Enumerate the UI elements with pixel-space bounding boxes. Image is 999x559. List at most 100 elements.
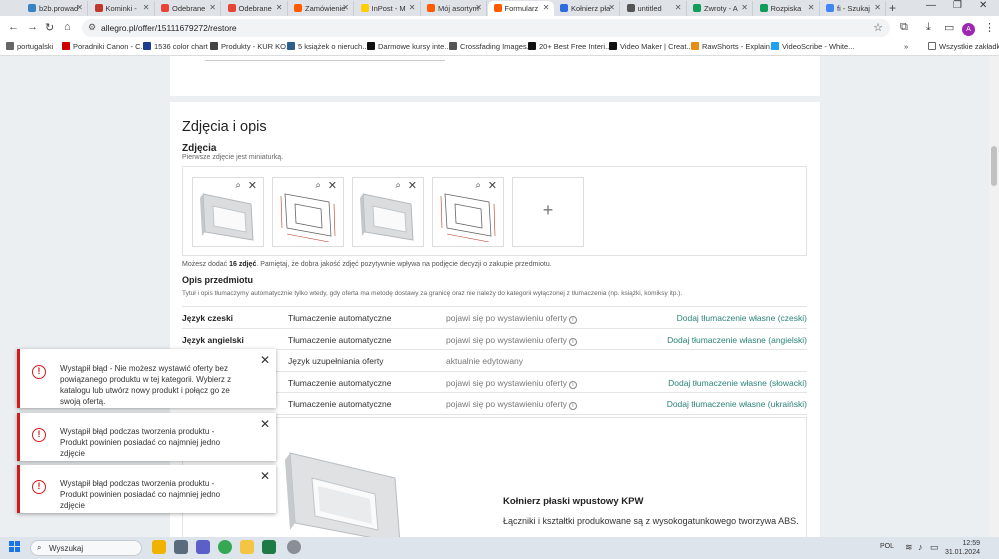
- teams-icon[interactable]: [196, 540, 210, 554]
- browser-tab[interactable]: fi - Szukaj ✕: [820, 1, 886, 16]
- windows-start-icon[interactable]: [9, 541, 21, 553]
- tab-label: Kominki -: [105, 4, 137, 13]
- add-own-translation-link[interactable]: Dodaj tłumaczenie własne (słowacki): [668, 378, 807, 388]
- photo-thumbnail[interactable]: ⌕ ✕: [192, 177, 264, 247]
- back-icon[interactable]: ←: [8, 21, 19, 33]
- tab-favicon-icon: [427, 4, 435, 12]
- tab-close-icon[interactable]: ✕: [209, 3, 216, 12]
- remove-photo-icon[interactable]: ✕: [408, 179, 417, 192]
- browser-tab[interactable]: Rozpiska ✕: [754, 1, 820, 16]
- zoom-icon[interactable]: ⌕: [235, 180, 241, 191]
- page-scrollbar[interactable]: [989, 56, 999, 537]
- tab-close-icon[interactable]: ✕: [675, 3, 682, 12]
- reload-icon[interactable]: ↻: [45, 21, 54, 34]
- wifi-icon[interactable]: ≋: [905, 542, 913, 553]
- tab-close-icon[interactable]: ✕: [808, 3, 815, 12]
- bookmark-item[interactable]: VideoScribe - White...: [771, 42, 854, 51]
- app-icon[interactable]: [287, 540, 301, 554]
- menu-icon[interactable]: ⋮: [984, 21, 995, 34]
- side-panel-icon[interactable]: ▭: [944, 21, 954, 34]
- file-explorer-icon[interactable]: [240, 540, 254, 554]
- browser-tab[interactable]: Mój asortym ✕: [421, 1, 487, 16]
- tab-close-icon[interactable]: ✕: [874, 3, 881, 12]
- bookmark-item[interactable]: Video Maker | Creat...: [609, 42, 693, 51]
- close-toast-icon[interactable]: ✕: [260, 417, 270, 431]
- photo-thumbnail[interactable]: ⌕ ✕: [432, 177, 504, 247]
- new-tab-button[interactable]: +: [889, 1, 896, 15]
- remove-photo-icon[interactable]: ✕: [328, 179, 337, 192]
- home-icon[interactable]: ⌂: [64, 21, 71, 33]
- close-window-button[interactable]: ✕: [979, 0, 987, 11]
- url-text[interactable]: allegro.pl/offer/15111679272/restore: [101, 23, 237, 33]
- bookmark-item[interactable]: Crossfading Images...: [449, 42, 533, 51]
- browser-tab[interactable]: Odebrane ✕: [222, 1, 288, 16]
- browser-tab[interactable]: InPost - M ✕: [355, 1, 421, 16]
- chrome-icon[interactable]: [218, 540, 232, 554]
- browser-tab[interactable]: untitled ✕: [621, 1, 687, 16]
- zoom-icon[interactable]: ⌕: [475, 180, 481, 191]
- language-indicator[interactable]: POL: [880, 543, 894, 550]
- bookmark-item[interactable]: Darmowe kursy inte...: [367, 42, 451, 51]
- add-own-translation-link[interactable]: Dodaj tłumaczenie własne (angielski): [667, 335, 807, 345]
- volume-icon[interactable]: ♪: [918, 542, 923, 552]
- info-icon[interactable]: i: [568, 337, 577, 346]
- clock-date: 31.01.2024: [944, 549, 980, 556]
- remove-photo-icon[interactable]: ✕: [488, 179, 497, 192]
- browser-tab[interactable]: b2b.prowad ✕: [22, 1, 88, 16]
- address-bar[interactable]: ⚙ allegro.pl/offer/15111679272/restore ☆: [82, 19, 890, 37]
- add-own-translation-link[interactable]: Dodaj tłumaczenie własne (czeski): [677, 313, 807, 323]
- bookmark-item[interactable]: 20+ Best Free Interi...: [528, 42, 611, 51]
- all-bookmarks-folder[interactable]: Wszystkie zakładki: [928, 42, 999, 51]
- close-toast-icon[interactable]: ✕: [260, 353, 270, 367]
- browser-tab[interactable]: Zamówienie ✕: [288, 1, 354, 16]
- info-icon[interactable]: i: [568, 402, 577, 410]
- browser-tab[interactable]: Kołnierz pła ✕: [554, 1, 620, 16]
- bookmark-item[interactable]: Poradniki Canon - C...: [62, 42, 147, 51]
- site-info-icon[interactable]: ⚙: [88, 22, 96, 33]
- bookmark-item[interactable]: 1536 color chart: [143, 42, 208, 51]
- tab-close-icon[interactable]: ✕: [409, 3, 416, 12]
- bookmark-label: Poradniki Canon - C...: [73, 42, 147, 51]
- info-icon[interactable]: i: [568, 380, 577, 389]
- bookmark-item[interactable]: RawShorts - Explain...: [691, 42, 776, 51]
- tab-close-icon[interactable]: ✕: [276, 3, 283, 12]
- taskbar-search[interactable]: ⌕ Wyszukaj: [30, 540, 142, 556]
- extensions-icon[interactable]: ⧉: [900, 21, 908, 34]
- clock[interactable]: 12:59 31.01.2024: [944, 539, 980, 557]
- copilot-icon[interactable]: [152, 540, 166, 554]
- zoom-icon[interactable]: ⌕: [315, 180, 321, 191]
- download-icon[interactable]: ⤓: [926, 21, 931, 34]
- info-icon[interactable]: i: [568, 316, 577, 324]
- remove-photo-icon[interactable]: ✕: [248, 179, 257, 192]
- browser-tab[interactable]: Zwroty - A ✕: [687, 1, 753, 16]
- bookmark-item[interactable]: 5 książek o nieruch...: [287, 42, 368, 51]
- photo-thumbnail[interactable]: ⌕ ✕: [272, 177, 344, 247]
- bookmark-item[interactable]: portugalski: [6, 42, 53, 51]
- scrollbar-thumb[interactable]: [991, 146, 997, 186]
- battery-icon[interactable]: ▭: [930, 542, 939, 553]
- browser-tab[interactable]: Formularz ✕: [487, 1, 554, 16]
- zoom-icon[interactable]: ⌕: [395, 180, 401, 191]
- add-own-translation-link[interactable]: Dodaj tłumaczenie własne (ukraiński): [667, 399, 807, 409]
- tab-close-icon[interactable]: ✕: [741, 3, 748, 12]
- profile-avatar[interactable]: A: [962, 23, 975, 36]
- bookmark-item[interactable]: Produkty - KUR KO...: [210, 42, 292, 51]
- minimize-button[interactable]: —: [926, 0, 936, 11]
- tab-close-icon[interactable]: ✕: [475, 3, 482, 12]
- tab-close-icon[interactable]: ✕: [76, 3, 83, 12]
- browser-tab[interactable]: Kominki - ✕: [89, 1, 155, 16]
- photo-thumbnail[interactable]: ⌕ ✕: [352, 177, 424, 247]
- forward-icon[interactable]: →: [27, 21, 38, 33]
- tab-close-icon[interactable]: ✕: [342, 3, 349, 12]
- maximize-button[interactable]: ❐: [953, 0, 962, 11]
- task-view-icon[interactable]: [174, 540, 188, 554]
- tab-close-icon[interactable]: ✕: [543, 3, 550, 12]
- close-toast-icon[interactable]: ✕: [260, 469, 270, 483]
- browser-tab[interactable]: Odebrane ✕: [155, 1, 221, 16]
- bookmarks-overflow-icon[interactable]: »: [904, 42, 908, 51]
- tab-close-icon[interactable]: ✕: [143, 3, 150, 12]
- add-photo-button[interactable]: +: [512, 177, 584, 247]
- tab-close-icon[interactable]: ✕: [608, 3, 615, 12]
- bookmark-star-icon[interactable]: ☆: [873, 21, 883, 34]
- excel-icon[interactable]: [262, 540, 276, 554]
